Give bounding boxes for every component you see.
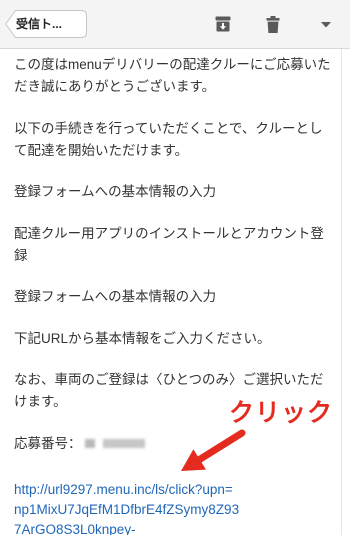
back-button-label[interactable]: 受信ト... [16, 10, 62, 38]
link-line[interactable]: http://url9297.menu.inc/ls/click?upn= [14, 480, 337, 500]
step-registration-form: 登録フォームへの基本情報の入力 [14, 181, 337, 203]
trash-icon-lid[interactable] [266, 17, 280, 21]
text-line: 登録フォームへの基本情報の入力 [14, 289, 217, 304]
paragraph-greeting: この度はmenuデリバリーの配達クルーにご応募いた だき誠にありがとうございます… [14, 54, 337, 98]
back-to-inbox-button[interactable]: 受信ト... [5, 10, 87, 38]
text-line: なお、車両のご登録は〈ひとつのみ〉ご選択いただ [14, 372, 324, 387]
application-number-label: 応募番号： [14, 435, 82, 451]
arrow-shaft [196, 429, 246, 463]
chevron-down-shape[interactable] [321, 22, 331, 28]
text-line: 以下の手続きを行っていただくことで、クルーとし [14, 120, 323, 136]
text-line: 録 [14, 247, 28, 263]
section-registration-form: 登録フォームへの基本情報の入力 [14, 286, 337, 308]
toolbar: 受信ト... [0, 0, 350, 49]
text-line: 登録フォームへの基本情報の入力 [14, 184, 217, 199]
email-screen: 受信ト... この度はmenuデリバリーの配達クルーにご応募いた だき誠にありが… [0, 0, 350, 535]
trash-icon-can[interactable] [267, 21, 279, 33]
more-options-button[interactable] [314, 13, 338, 37]
link-line[interactable]: np1MixU7JqEfM1DfbrE4fZSymy8Z93 [14, 500, 337, 520]
delete-button[interactable] [261, 12, 285, 36]
arrow-down-left-icon [181, 429, 246, 471]
paragraph-instructions: 以下の手続きを行っていただくことで、クルーとし て配達を開始いただけます。 [14, 118, 337, 162]
text-line: て配達を開始いただけます。 [14, 142, 189, 158]
text-line: だき誠にありがとうございます。 [14, 79, 216, 94]
chevron-down-icon[interactable] [321, 22, 331, 28]
text-line: 配達クルー用アプリのインストールとアカウント登 [14, 225, 324, 241]
link-line[interactable]: 7ArGO8S3L0knpey- [14, 520, 337, 535]
step-app-install: 配達クルー用アプリのインストールとアカウント登 録 [14, 223, 337, 267]
text-line: 下記URLから基本情報をご入力ください。 [14, 330, 271, 346]
archive-button[interactable] [211, 12, 235, 36]
archive-icon-lid[interactable] [215, 16, 231, 21]
text-line: この度はmenuデリバリーの配達クルーにご応募いた [14, 57, 331, 72]
paragraph-url-instruction: 下記URLから基本情報をご入力ください。 [14, 328, 337, 350]
archive-icon[interactable] [215, 16, 231, 32]
trash-icon-handle[interactable] [270, 15, 276, 18]
trash-icon[interactable] [266, 15, 280, 33]
click-annotation-label: クリック [229, 399, 334, 427]
content-edge-divider [341, 49, 342, 535]
registration-link[interactable]: http://url9297.menu.inc/ls/click?upn= np… [14, 480, 337, 535]
redacted-application-number [84, 439, 145, 449]
